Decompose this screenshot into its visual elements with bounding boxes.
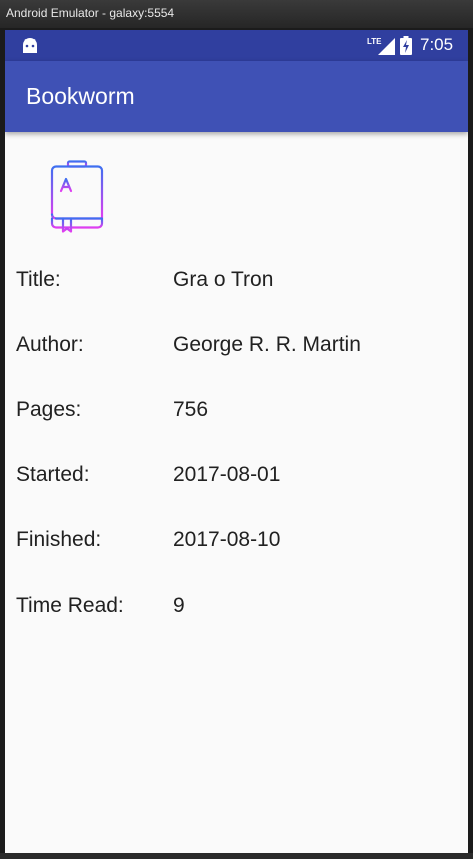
emulator-window-titlebar: Android Emulator - galaxy:5554: [0, 0, 473, 28]
app-bar: Bookworm: [5, 61, 468, 132]
emulator-frame-bottom: [0, 853, 473, 859]
finished-value: 2017-08-10: [173, 528, 281, 551]
book-icon: [50, 160, 104, 233]
detail-row-started: Started: 2017-08-01: [5, 463, 468, 499]
detail-row-title: Title: Gra o Tron: [5, 268, 468, 304]
time-read-label: Time Read:: [16, 594, 124, 617]
status-bar: LTE 7:05: [5, 30, 468, 61]
lte-label: LTE: [367, 37, 382, 46]
started-value: 2017-08-01: [173, 463, 281, 486]
pages-value: 756: [173, 398, 209, 421]
pages-label: Pages:: [16, 398, 82, 421]
detail-row-pages: Pages: 756: [5, 398, 468, 434]
finished-label: Finished:: [16, 528, 102, 551]
detail-row-author: Author: George R. R. Martin: [5, 333, 468, 369]
detail-row-time-read: Time Read: 9: [5, 594, 468, 630]
title-value: Gra o Tron: [173, 268, 274, 291]
status-clock: 7:05: [420, 35, 454, 54]
android-icon: [23, 38, 37, 53]
title-label: Title:: [16, 268, 61, 291]
started-label: Started:: [16, 463, 90, 486]
lte-signal-icon: LTE: [367, 37, 395, 55]
author-value: George R. R. Martin: [173, 333, 361, 356]
detail-row-finished: Finished: 2017-08-10: [5, 528, 468, 564]
window-title: Android Emulator - galaxy:5554: [6, 6, 175, 20]
android-device-screen: LTE 7:05 Bookworm Title: Gra o Tron Auth…: [5, 30, 468, 853]
author-label: Author:: [16, 333, 84, 356]
time-read-value: 9: [173, 594, 185, 617]
battery-charging-icon: [400, 36, 412, 55]
app-title: Bookworm: [26, 83, 135, 109]
